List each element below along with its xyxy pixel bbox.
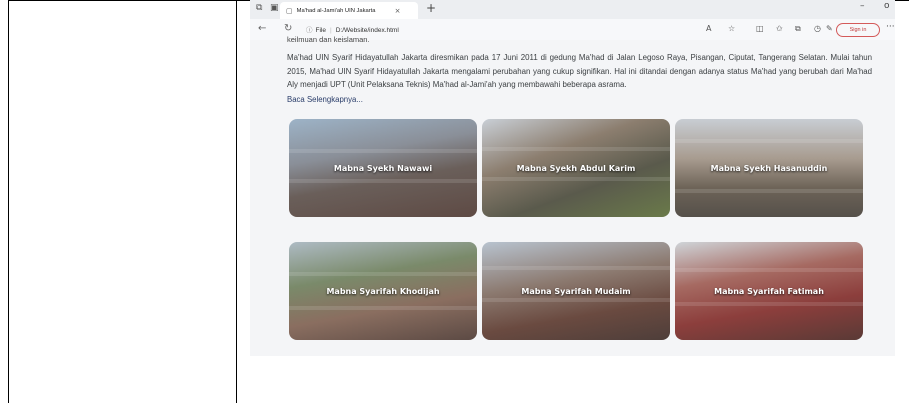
document-border-left bbox=[8, 0, 9, 403]
favorites-icon[interactable]: ✩ bbox=[776, 24, 783, 33]
card-mabna-syarifah-khodijah[interactable]: Mabna Syarifah Khodijah bbox=[289, 242, 477, 340]
cut-off-text: keilmuan dan keislaman. bbox=[287, 35, 370, 44]
page-content: keilmuan dan keislaman. Ma'had UIN Syari… bbox=[250, 35, 895, 356]
minimize-button[interactable]: – bbox=[860, 1, 865, 11]
favorite-star-icon[interactable]: ☆ bbox=[728, 24, 735, 33]
extensions-icon[interactable]: ✎ bbox=[826, 24, 833, 33]
sign-in-button[interactable]: Sign in bbox=[836, 23, 880, 37]
vertical-tabs-icon[interactable]: ▣ bbox=[270, 3, 279, 13]
sign-in-label: Sign in bbox=[849, 27, 867, 33]
card-mabna-syarifah-mudaim[interactable]: Mabna Syarifah Mudaim bbox=[482, 242, 670, 340]
card-label: Mabna Syekh Nawawi bbox=[333, 163, 433, 173]
card-mabna-syekh-hasanuddin[interactable]: Mabna Syekh Hasanuddin bbox=[675, 119, 863, 217]
card-label: Mabna Syekh Hasanuddin bbox=[710, 163, 828, 173]
new-tab-button[interactable]: + bbox=[426, 1, 436, 15]
tab-title: Ma'had al-Jami'ah UIN Jakarta bbox=[296, 7, 376, 14]
refresh-icon[interactable]: ↻ bbox=[284, 23, 292, 34]
browser-tab-bar: ⧉ ▣ ▢ Ma'had al-Jami'ah UIN Jakarta × + … bbox=[250, 0, 895, 19]
maximize-button[interactable]: o bbox=[884, 1, 890, 11]
card-label: Mabna Syarifah Fatimah bbox=[714, 286, 824, 296]
read-more-link[interactable]: Baca Selengkapnya... bbox=[287, 95, 363, 104]
card-label: Mabna Syarifah Mudaim bbox=[521, 286, 631, 296]
url-field[interactable]: ⓘ File | D:/Website/index.html bbox=[306, 24, 399, 34]
collections-icon[interactable]: ⧉ bbox=[795, 24, 801, 34]
page-icon: ▢ bbox=[286, 6, 293, 15]
split-screen-icon[interactable]: ◫ bbox=[756, 24, 764, 33]
tab-close-icon[interactable]: × bbox=[395, 7, 401, 15]
back-icon[interactable]: ← bbox=[258, 23, 266, 34]
about-paragraph: Ma'had UIN Syarif Hidayatullah Jakarta d… bbox=[287, 53, 872, 89]
browser-screenshot: ⧉ ▣ ▢ Ma'had al-Jami'ah UIN Jakarta × + … bbox=[250, 0, 895, 356]
browser-tab[interactable]: ▢ Ma'had al-Jami'ah UIN Jakarta × bbox=[280, 2, 418, 19]
url-scheme: File bbox=[315, 27, 326, 34]
card-mabna-syekh-abdul-karim[interactable]: Mabna Syekh Abdul Karim bbox=[482, 119, 670, 217]
url-path: D:/Website/index.html bbox=[335, 27, 399, 34]
more-options-icon[interactable]: ··· bbox=[886, 22, 895, 32]
card-label: Mabna Syarifah Khodijah bbox=[326, 286, 440, 296]
card-mabna-syekh-nawawi[interactable]: Mabna Syekh Nawawi bbox=[289, 119, 477, 217]
card-mabna-syarifah-fatimah[interactable]: Mabna Syarifah Fatimah bbox=[675, 242, 863, 340]
info-icon[interactable]: ⓘ bbox=[306, 27, 313, 34]
card-label: Mabna Syekh Abdul Karim bbox=[516, 163, 636, 173]
document-column-divider bbox=[236, 0, 237, 403]
history-icon[interactable]: ◷ bbox=[814, 24, 821, 33]
url-separator: | bbox=[329, 27, 332, 34]
read-aloud-icon[interactable]: A bbox=[706, 24, 711, 33]
workspaces-icon[interactable]: ⧉ bbox=[256, 3, 262, 13]
